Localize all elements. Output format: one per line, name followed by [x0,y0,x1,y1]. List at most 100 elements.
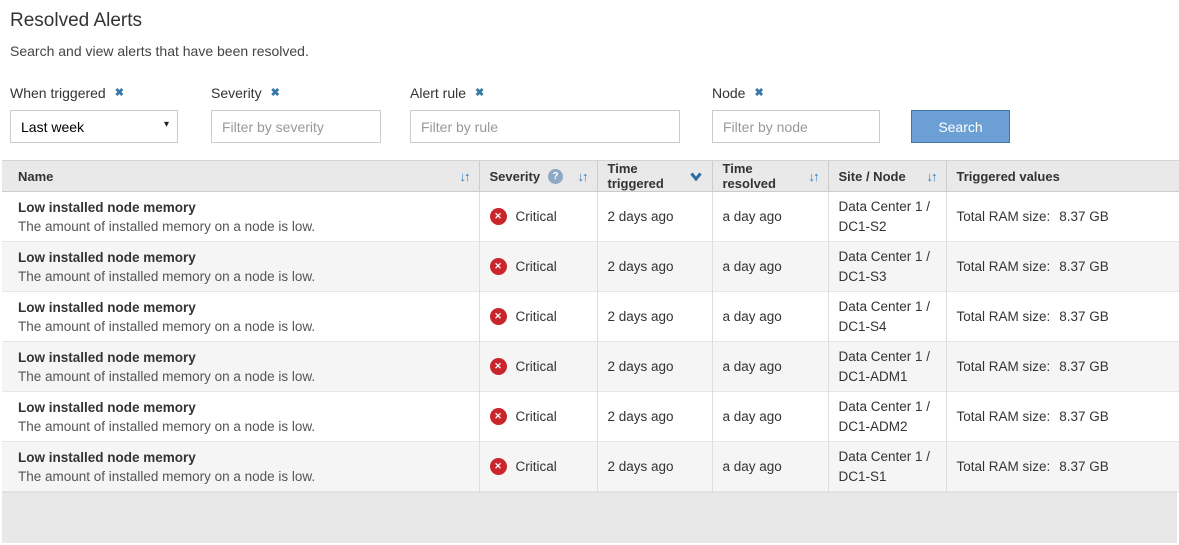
severity-info-icon[interactable]: ? [548,169,563,184]
remove-filter-when-triggered-icon[interactable]: ✖ [115,88,124,99]
severity-cell: ✕ Critical [479,442,597,492]
alert-description: The amount of installed memory on a node… [18,469,469,484]
column-header-name[interactable]: Name ↓↑ [2,161,479,192]
column-header-time-resolved[interactable]: Time resolved ↓↑ [712,161,828,192]
site-name: Data Center 1 / [839,297,936,317]
when-triggered-select[interactable]: Last week [10,110,178,143]
alert-name: Low installed node memory [18,350,469,365]
site-node-cell: Data Center 1 / DC1-S4 [828,292,946,342]
page-title: Resolved Alerts [10,10,1179,32]
remove-filter-severity-icon[interactable]: ✖ [271,88,280,99]
triggered-values-cell: Total RAM size:8.37 GB [946,292,1179,342]
alert-name-cell: Low installed node memory The amount of … [2,192,479,242]
triggered-values-cell: Total RAM size:8.37 GB [946,442,1179,492]
time-triggered-cell: 2 days ago [597,442,712,492]
table-row: Low installed node memory The amount of … [2,392,1179,442]
remove-filter-node-icon[interactable]: ✖ [754,88,763,99]
node-name: DC1-ADM1 [839,367,936,387]
sort-icon: ↓↑ [578,169,587,184]
filter-alert-rule-label-text: Alert rule [410,85,466,101]
severity-label: Critical [516,459,557,474]
node-name: DC1-ADM2 [839,417,936,437]
triggered-values-cell: Total RAM size: 8.37 GB [946,242,1179,292]
time-resolved-cell: a day ago [712,392,828,442]
severity-label: Critical [516,409,557,424]
when-triggered-select-wrap: Last week ▾ [10,110,178,143]
column-header-triggered-values-label: Triggered values [957,169,1060,184]
site-name: Data Center 1 / [839,447,936,467]
filter-node: Node ✖ [712,85,880,143]
column-header-triggered-values: Triggered values [946,161,1179,192]
table-row: Low installed node memory The amount of … [2,292,1179,342]
time-resolved-cell: a day ago [712,242,828,292]
search-button[interactable]: Search [911,110,1010,143]
alert-description: The amount of installed memory on a node… [18,269,469,284]
critical-icon: ✕ [490,258,507,275]
time-triggered-cell: 2 days ago [597,342,712,392]
triggered-value: 8.37 GB [1059,259,1109,274]
alert-name-cell: Low installed node memory The amount of … [2,242,479,292]
column-header-name-label: Name [18,169,53,184]
time-triggered-cell: 2 days ago [597,392,712,442]
site-name: Data Center 1 / [839,197,936,217]
triggered-value-label: Total RAM size: [957,259,1051,274]
filter-alert-rule-label: Alert rule ✖ [410,85,680,101]
triggered-value-label: Total RAM size: [957,409,1051,424]
node-name: DC1-S1 [839,467,936,487]
critical-icon: ✕ [490,208,507,225]
severity-label: Critical [516,259,557,274]
alert-name: Low installed node memory [18,450,469,465]
filter-node-label: Node ✖ [712,85,880,101]
alert-rule-filter-input[interactable] [410,110,680,143]
column-header-time-triggered[interactable]: Time triggered [597,161,712,192]
triggered-values-cell: Total RAM size: 8.37 GB [946,392,1179,442]
triggered-values-cell: Total RAM size: 8.37 GB [946,342,1179,392]
time-resolved-cell: a day ago [712,442,828,492]
severity-cell: ✕ Critical [479,342,597,392]
table-row: Low installed node memory The amount of … [2,242,1179,292]
table-footer-band [2,492,1177,543]
triggered-value-label: Total RAM size: [957,209,1051,224]
triggered-value-label: Total RAM size: [957,459,1051,474]
alert-name: Low installed node memory [18,250,469,265]
time-triggered-cell: 2 days ago [597,192,712,242]
severity-cell: ✕ Critical [479,192,597,242]
page-subtitle: Search and view alerts that have been re… [10,43,1179,59]
site-node-cell: Data Center 1 / DC1-S3 [828,242,946,292]
triggered-value-label: Total RAM size: [957,359,1051,374]
filter-when-triggered-label: When triggered ✖ [10,85,178,101]
table-row: Low installed node memory The amount of … [2,192,1179,242]
alert-name-cell: Low installed node memory The amount of … [2,342,479,392]
alert-description: The amount of installed memory on a node… [18,419,469,434]
column-header-site-node[interactable]: Site / Node ↓↑ [828,161,946,192]
triggered-value: 8.37 GB [1059,409,1109,424]
remove-filter-alert-rule-icon[interactable]: ✖ [475,88,484,99]
triggered-value: 8.37 GB [1059,359,1109,374]
table-header-row: Name ↓↑ Severity ? ↓↑ Time triggered [2,161,1179,192]
severity-label: Critical [516,309,557,324]
severity-cell: ✕ Critical [479,242,597,292]
time-resolved-cell: a day ago [712,342,828,392]
severity-label: Critical [516,209,557,224]
time-resolved-cell: a day ago [712,192,828,242]
filter-alert-rule: Alert rule ✖ [410,85,680,143]
sort-icon: ↓↑ [809,169,818,184]
column-header-severity[interactable]: Severity ? ↓↑ [479,161,597,192]
node-name: DC1-S4 [839,317,936,337]
column-header-site-node-label: Site / Node [839,169,906,184]
filter-severity-label-text: Severity [211,85,262,101]
node-filter-input[interactable] [712,110,880,143]
time-triggered-cell: 2 days ago [597,242,712,292]
critical-icon: ✕ [490,408,507,425]
severity-cell: ✕ Critical [479,292,597,342]
alert-description: The amount of installed memory on a node… [18,319,469,334]
severity-cell: ✕ Critical [479,392,597,442]
filter-severity-label: Severity ✖ [211,85,381,101]
critical-icon: ✕ [490,358,507,375]
triggered-values-cell: Total RAM size:8.37 GB [946,192,1179,242]
site-node-cell: Data Center 1 / DC1-S2 [828,192,946,242]
triggered-value: 8.37 GB [1059,309,1109,324]
site-node-cell: Data Center 1 / DC1-ADM1 [828,342,946,392]
alert-name-cell: Low installed node memory The amount of … [2,392,479,442]
severity-filter-input[interactable] [211,110,381,143]
